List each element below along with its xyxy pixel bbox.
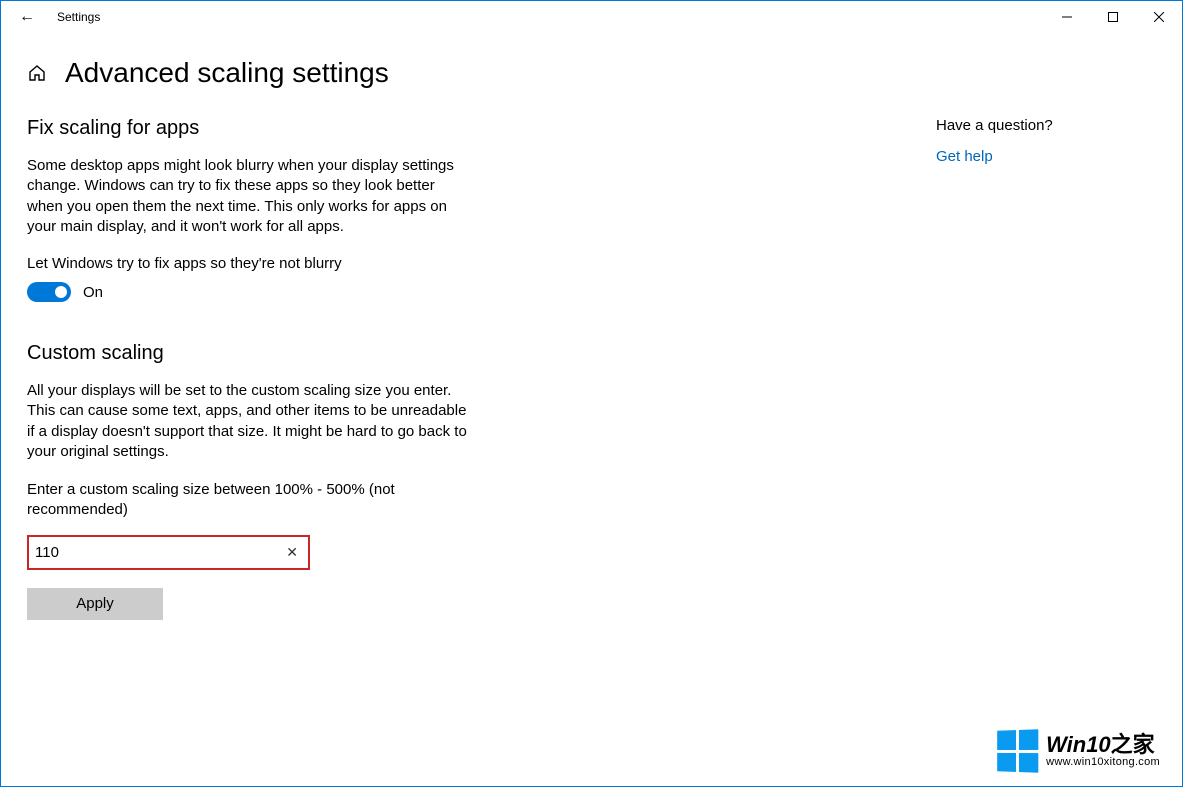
custom-scaling-description: All your displays will be set to the cus… [27, 381, 467, 462]
fix-blurry-toggle-state: On [83, 284, 103, 301]
help-sidebar: Have a question? Get help [936, 117, 1136, 620]
custom-scaling-heading: Custom scaling [27, 342, 667, 365]
content-area: Fix scaling for apps Some desktop apps m… [1, 117, 1182, 620]
window-title: Settings [57, 10, 100, 24]
watermark-brand: Win10之家 [1046, 734, 1160, 756]
apply-button[interactable]: Apply [27, 588, 163, 620]
fix-scaling-section: Fix scaling for apps Some desktop apps m… [27, 117, 667, 302]
fix-scaling-heading: Fix scaling for apps [27, 117, 667, 140]
custom-scaling-input-label: Enter a custom scaling size between 100%… [27, 480, 457, 521]
maximize-button[interactable] [1090, 1, 1136, 33]
window-controls [1044, 1, 1182, 33]
titlebar: ← Settings [1, 1, 1182, 33]
close-button[interactable] [1136, 1, 1182, 33]
custom-scaling-section: Custom scaling All your displays will be… [27, 342, 667, 620]
get-help-link[interactable]: Get help [936, 148, 993, 165]
custom-scaling-input-container: ✕ [27, 535, 310, 570]
fix-blurry-toggle-label: Let Windows try to fix apps so they're n… [27, 255, 667, 272]
help-question: Have a question? [936, 117, 1136, 134]
main-column: Fix scaling for apps Some desktop apps m… [27, 117, 667, 620]
back-arrow-icon[interactable]: ← [19, 8, 49, 26]
watermark-url: www.win10xitong.com [1046, 756, 1160, 768]
clear-input-icon[interactable]: ✕ [282, 544, 302, 561]
page-title: Advanced scaling settings [65, 57, 389, 89]
toggle-knob-icon [55, 286, 67, 298]
fix-blurry-toggle[interactable] [27, 282, 71, 302]
minimize-button[interactable] [1044, 1, 1090, 33]
watermark-text: Win10之家 www.win10xitong.com [1046, 734, 1160, 768]
custom-scaling-input[interactable] [35, 544, 282, 561]
page-header: Advanced scaling settings [1, 33, 1182, 117]
home-icon[interactable] [27, 63, 47, 83]
fix-scaling-description: Some desktop apps might look blurry when… [27, 156, 467, 237]
watermark: Win10之家 www.win10xitong.com [996, 730, 1160, 772]
fix-blurry-toggle-row: On [27, 282, 667, 302]
windows-logo-icon [997, 729, 1038, 773]
